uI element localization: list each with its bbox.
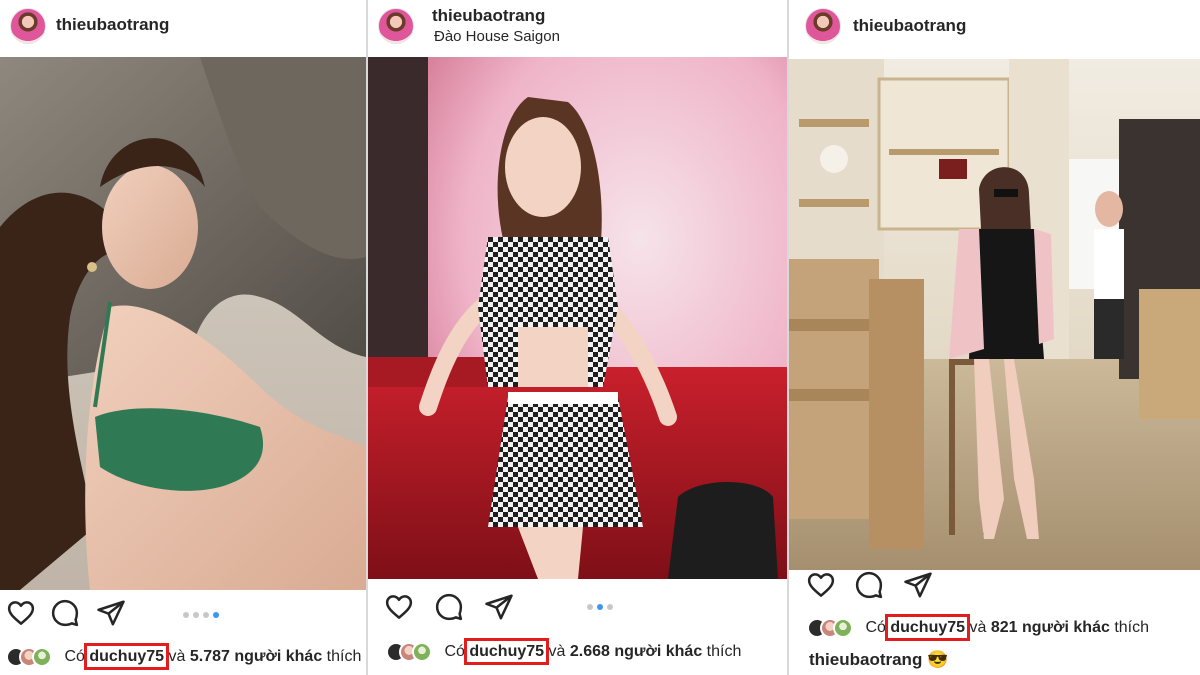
caption-text: 😎 (927, 650, 949, 669)
liker-username[interactable]: duchuy75 (84, 643, 170, 671)
post-header: thieubaotrang (789, 0, 1200, 56)
avatar (412, 642, 432, 662)
avatar[interactable] (805, 8, 841, 44)
likes-row: Có duchuy75 và 5.787 người khác thích (6, 643, 362, 671)
post-photo[interactable] (789, 59, 1200, 570)
caption-username[interactable]: thieubaotrang (809, 650, 922, 669)
liker-avatars[interactable] (807, 618, 863, 638)
liker-avatars[interactable] (6, 647, 62, 667)
post-photo[interactable] (0, 57, 366, 590)
paper-plane-icon[interactable] (903, 570, 933, 600)
heart-icon[interactable] (6, 598, 36, 628)
avatar (833, 618, 853, 638)
post-card: thieubaotrang (789, 0, 1200, 675)
comment-icon[interactable] (434, 592, 464, 622)
liker-username[interactable]: duchuy75 (885, 614, 971, 642)
post-username[interactable]: thieubaotrang (432, 6, 545, 26)
likes-count[interactable]: 821 người khác (991, 619, 1110, 636)
carousel-dot (183, 612, 189, 618)
likes-count[interactable]: 5.787 người khác (190, 648, 322, 665)
post-actions (789, 570, 1200, 606)
carousel-dot (587, 604, 593, 610)
restaurant-photo (368, 57, 787, 579)
boutique-photo (789, 59, 1200, 570)
comment-icon[interactable] (50, 598, 80, 628)
likes-prefix: Có (444, 643, 465, 661)
avatar[interactable] (378, 8, 414, 44)
beach-photo (0, 57, 366, 590)
post-location[interactable]: Đào House Saigon (434, 28, 560, 45)
post-username[interactable]: thieubaotrang (56, 15, 169, 35)
post-caption: thieubaotrang 😎 (809, 650, 948, 670)
post-card: thieubaotrang Đào House Saigon Có duchuy… (368, 0, 787, 675)
liker-avatars[interactable] (386, 642, 442, 662)
avatar (32, 647, 52, 667)
post-username[interactable]: thieubaotrang (853, 16, 966, 36)
likes-connector: và (168, 648, 186, 666)
carousel-dot (203, 612, 209, 618)
carousel-dot-active (597, 604, 603, 610)
comment-icon[interactable] (854, 570, 884, 600)
avatar[interactable] (10, 8, 46, 44)
likes-row: Có duchuy75 và 821 người khác thích (807, 614, 1150, 642)
likes-suffix: thích (326, 648, 362, 666)
paper-plane-icon[interactable] (96, 598, 126, 628)
paper-plane-icon[interactable] (484, 592, 514, 622)
likes-suffix: thích (706, 643, 742, 661)
likes-connector: và (548, 643, 566, 661)
heart-icon[interactable] (806, 570, 836, 600)
likes-count[interactable]: 2.668 người khác (570, 643, 702, 660)
likes-prefix: Có (64, 648, 85, 666)
carousel-dot (607, 604, 613, 610)
carousel-dot (193, 612, 199, 618)
post-actions (368, 592, 787, 628)
post-actions (0, 598, 366, 634)
carousel-indicator (183, 612, 219, 618)
post-header: thieubaotrang Đào House Saigon (368, 0, 787, 56)
liker-username[interactable]: duchuy75 (464, 638, 550, 666)
likes-row: Có duchuy75 và 2.668 người khác thích (386, 638, 742, 666)
post-photo[interactable] (368, 57, 787, 579)
carousel-dot-active (213, 612, 219, 618)
likes-connector: và (969, 619, 987, 637)
post-card: thieubaotrang (0, 0, 366, 675)
carousel-indicator (587, 604, 613, 610)
heart-icon[interactable] (384, 592, 414, 622)
post-header: thieubaotrang (0, 0, 366, 56)
likes-prefix: Có (865, 619, 886, 637)
likes-suffix: thích (1114, 619, 1150, 637)
